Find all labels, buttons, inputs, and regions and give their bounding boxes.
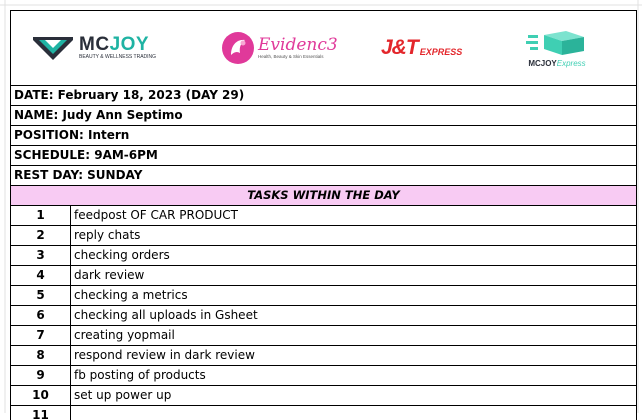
task-text[interactable]: checking all uploads in Gsheet xyxy=(71,306,258,325)
mcjoy-express-logo: MCJOYExpress xyxy=(526,11,588,85)
date-cell[interactable]: DATE: February 18, 2023 (DAY 29) xyxy=(11,86,636,106)
task-number[interactable]: 7 xyxy=(11,326,71,345)
task-number[interactable]: 10 xyxy=(11,386,71,405)
mcjoy-logo-tagline: BEAUTY & WELLNESS TRADING xyxy=(79,54,157,60)
logo-banner: MCJOY BEAUTY & WELLNESS TRADING Evidenc3… xyxy=(11,10,636,86)
task-row[interactable]: 3 checking orders xyxy=(11,246,636,266)
task-number[interactable]: 2 xyxy=(11,226,71,245)
task-text[interactable]: feedpost OF CAR PRODUCT xyxy=(71,206,238,225)
task-row[interactable]: 1 feedpost OF CAR PRODUCT xyxy=(11,206,636,226)
task-text[interactable]: fb posting of products xyxy=(71,366,206,385)
task-text[interactable]: reply chats xyxy=(71,226,140,245)
task-text[interactable]: respond review in dark review xyxy=(71,346,255,365)
task-row[interactable]: 6 checking all uploads in Gsheet xyxy=(11,306,636,326)
mcjoy-logo-name: MC xyxy=(79,34,110,55)
task-row[interactable]: 2 reply chats xyxy=(11,226,636,246)
mcjoy-express-suffix: Express xyxy=(556,59,586,68)
task-row[interactable]: 8 respond review in dark review xyxy=(11,346,636,366)
task-row[interactable]: 9 fb posting of products xyxy=(11,366,636,386)
evidence-logo-name: Evidenc3 xyxy=(258,35,338,55)
task-number[interactable]: 5 xyxy=(11,286,71,305)
spreadsheet-form: MCJOY BEAUTY & WELLNESS TRADING Evidenc3… xyxy=(10,10,637,420)
rest-day-cell[interactable]: REST DAY: SUNDAY xyxy=(11,166,636,186)
task-text[interactable]: checking a metrics xyxy=(71,286,188,305)
jt-logo-name: J&T xyxy=(381,36,419,59)
jt-logo-suffix: EXPRESS xyxy=(419,47,463,57)
name-cell[interactable]: NAME: Judy Ann Septimo xyxy=(11,106,636,126)
diamond-icon xyxy=(33,37,73,60)
task-number[interactable]: 1 xyxy=(11,206,71,225)
task-text[interactable]: set up power up xyxy=(71,386,171,405)
mcjoy-logo-name-accent: JOY xyxy=(109,34,150,55)
task-row[interactable]: 4 dark review xyxy=(11,266,636,286)
tasks-header[interactable]: TASKS WITHIN THE DAY xyxy=(11,186,636,206)
task-text[interactable]: checking orders xyxy=(71,246,170,265)
task-text[interactable]: dark review xyxy=(71,266,144,285)
task-text[interactable]: creating yopmail xyxy=(71,326,175,345)
task-row[interactable]: 5 checking a metrics xyxy=(11,286,636,306)
flower-face-icon xyxy=(222,32,254,64)
task-number[interactable]: 9 xyxy=(11,366,71,385)
task-number[interactable]: 3 xyxy=(11,246,71,265)
mcjoy-logo: MCJOY BEAUTY & WELLNESS TRADING xyxy=(31,11,156,85)
task-text[interactable] xyxy=(71,406,74,420)
task-list: 1 feedpost OF CAR PRODUCT 2 reply chats 3c… xyxy=(11,206,636,420)
task-row[interactable]: 11 xyxy=(11,406,636,420)
task-number[interactable]: 8 xyxy=(11,346,71,365)
task-row[interactable]: 7 creating yopmail xyxy=(11,326,636,346)
task-number[interactable]: 4 xyxy=(11,266,71,285)
jt-express-logo: J&T EXPRESS xyxy=(381,11,462,85)
task-row[interactable]: 10 set up power up xyxy=(11,386,636,406)
task-number[interactable]: 11 xyxy=(11,406,71,420)
position-cell[interactable]: POSITION: Intern xyxy=(11,126,636,146)
evidence-logo: Evidenc3 Health, Beauty & Skin Essential… xyxy=(221,11,338,85)
mcjoy-express-name: MCJOY xyxy=(528,59,557,68)
task-number[interactable]: 6 xyxy=(11,306,71,325)
schedule-cell[interactable]: SCHEDULE: 9AM-6PM xyxy=(11,146,636,166)
delivery-box-icon xyxy=(526,31,584,55)
